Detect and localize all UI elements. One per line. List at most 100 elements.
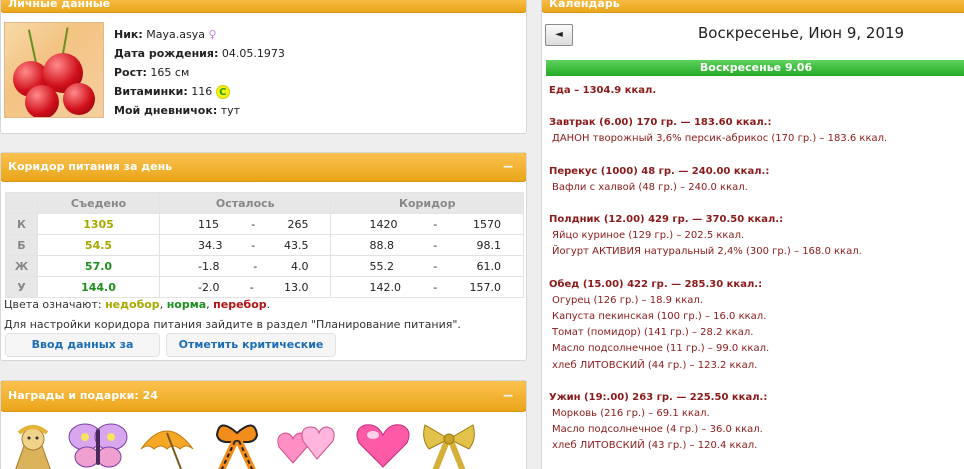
food-total: Еда – 1304.9 ккал.	[549, 85, 657, 96]
left-min: -1.8	[198, 259, 220, 273]
dash: -	[433, 217, 438, 231]
bow-icon[interactable]	[419, 419, 479, 469]
day-bar: Воскресенье 9.06	[546, 60, 964, 76]
corridor-min: 88.8	[369, 238, 394, 252]
vitamins-label: Витаминки:	[114, 85, 188, 98]
left-range: -1.8 - 4.0	[158, 255, 332, 277]
corridor-max: 61.0	[476, 259, 501, 273]
corridor-hint: Для настройки коридора питания зайдите в…	[4, 318, 461, 331]
food-item[interactable]: Капуста пекинская (100 гр.) – 16.0 ккал.	[549, 309, 964, 325]
food-item[interactable]: ДАНОН творожный 3,6% персик-абрикос (170…	[549, 131, 964, 147]
straw-doll-icon[interactable]	[7, 419, 59, 469]
awards-header[interactable]: Награды и подарки: 24 −	[1, 381, 526, 412]
table-row: Ж 57.0 -1.8 - 4.0 55.2 - 61.0	[5, 255, 524, 277]
awards-panel: Награды и подарки: 24 −	[0, 380, 527, 469]
diary-link[interactable]: тут	[221, 104, 240, 117]
legend-low: недобор	[105, 298, 160, 311]
height-value: 165 см	[150, 66, 190, 79]
heart-icon[interactable]	[353, 419, 413, 469]
dash: -	[251, 238, 256, 252]
left-max: 265	[287, 217, 309, 231]
cherry	[63, 83, 95, 115]
critical-days-button[interactable]: Отметить критические дни	[166, 333, 336, 357]
food-item[interactable]: Масло подсолнечное (4 гр.) – 36.0 ккал.	[549, 422, 964, 438]
corridor-header-title: Коридор питания за день	[8, 160, 173, 173]
vitamins-value: 116	[191, 85, 213, 98]
prev-day-button[interactable]: ◄	[545, 24, 573, 46]
food-item[interactable]: Томат (помидор) (141 гр.) – 28.2 ккал.	[549, 325, 964, 341]
nick-label: Ник:	[114, 28, 143, 41]
eaten-value: 144.0	[37, 276, 160, 298]
enter-today-button[interactable]: Ввод данных за сегодня	[5, 333, 160, 357]
left-max: 4.0	[290, 259, 309, 273]
nick-value[interactable]: Maya.asya	[146, 28, 205, 41]
table-row: У 144.0 -2.0 - 13.0 142.0 - 157.0	[5, 276, 524, 298]
row-label: У	[5, 276, 38, 298]
food-item[interactable]: Йогурт АКТИВИЯ натуральный 2,4% (300 гр.…	[549, 244, 964, 260]
birth-label: Дата рождения:	[114, 47, 219, 60]
legend-prefix: Цвета означают:	[4, 298, 102, 311]
eaten-value: 57.0	[37, 255, 160, 277]
corridor-range: 88.8 - 98.1	[330, 234, 524, 256]
row-label: Б	[5, 234, 38, 256]
meal-title: Обед (15.00) 422 гр. — 285.30 ккал.:	[549, 278, 763, 290]
food-item[interactable]: Яйцо куриное (129 гр.) – 202.5 ккал.	[549, 228, 964, 244]
personal-header[interactable]: Личные данные	[1, 0, 526, 13]
left-min: 34.3	[198, 238, 223, 252]
calendar-header[interactable]: Календарь	[542, 0, 964, 13]
eaten-value: 1305	[37, 213, 160, 235]
food-item[interactable]: Морковь (216 гр.) – 69.1 ккал.	[549, 406, 964, 422]
personal-panel: Личные данные Ник: Maya.asya ♀ Дата рожд…	[0, 0, 527, 134]
table-row: К 1305 115 - 265 1420 - 1570	[5, 213, 524, 235]
food-item[interactable]: Масло подсолнечное (11 гр.) – 99.0 ккал.	[549, 341, 964, 357]
dash: -	[433, 280, 438, 294]
hearts-icon[interactable]	[275, 419, 337, 469]
corridor-panel: Коридор питания за день − Съедено Остало…	[0, 152, 527, 361]
food-item[interactable]: Вафли с халвой (48 гр.) – 240.0 ккал.	[549, 180, 964, 196]
corridor-max: 157.0	[469, 280, 501, 294]
collapse-icon[interactable]: −	[502, 381, 514, 411]
umbrella-icon[interactable]	[137, 419, 197, 469]
corridor-header[interactable]: Коридор питания за день −	[1, 153, 526, 182]
table-header-row: Съедено Осталось Коридор	[5, 192, 524, 214]
avatar[interactable]	[4, 22, 104, 118]
table-row: Б 54.5 34.3 - 43.5 88.8 - 98.1	[5, 234, 524, 256]
dash: -	[249, 280, 254, 294]
corridor-range: 142.0 - 157.0	[330, 276, 524, 298]
corridor-range: 55.2 - 61.0	[330, 255, 524, 277]
legend-over: перебор	[213, 298, 267, 311]
food-item[interactable]: Огурец (126 гр.) – 18.9 ккал.	[549, 293, 964, 309]
row-label: Ж	[5, 255, 38, 277]
personal-header-title: Личные данные	[8, 0, 111, 10]
personal-info: Ник: Maya.asya ♀ Дата рождения: 04.05.19…	[114, 25, 285, 120]
corridor-max: 98.1	[476, 238, 501, 252]
corridor-min: 142.0	[369, 280, 401, 294]
left-max: 43.5	[283, 238, 309, 252]
row-label: К	[5, 213, 38, 235]
legend-ok: норма	[166, 298, 207, 311]
height-label: Рост:	[114, 66, 147, 79]
left-max: 13.0	[283, 280, 309, 294]
female-icon: ♀	[208, 28, 217, 41]
corridor-table: Съедено Осталось Коридор К 1305 115 - 265 …	[5, 192, 524, 298]
awards-header-title: Награды и подарки: 24	[8, 389, 158, 402]
left-range: 34.3 - 43.5	[158, 234, 332, 256]
collapse-icon[interactable]: −	[502, 153, 514, 181]
left-min: -2.0	[198, 280, 220, 294]
vitamin-c-icon[interactable]: C	[215, 85, 230, 99]
color-legend: Цвета означают: недобор, норма, перебор.	[4, 298, 271, 311]
calendar-panel: Календарь ◄ Воскресенье, Июн 9, 2019 Вос…	[541, 0, 964, 469]
corridor-max: 1570	[472, 217, 501, 231]
meal-title: Полдник (12.00) 429 гр. — 370.50 ккал.:	[549, 214, 784, 226]
cherry-stem	[27, 29, 37, 64]
food-item[interactable]: хлеб ЛИТОВСКИЙ (44 гр.) – 123.2 ккал.	[549, 358, 964, 374]
corridor-min: 55.2	[369, 259, 394, 273]
food-diary: Еда – 1304.9 ккал. Завтрак (6.00) 170 гр…	[549, 83, 964, 455]
meal-title: Завтрак (6.00) 170 гр. — 183.60 ккал.:	[549, 117, 772, 129]
cherry	[25, 85, 59, 117]
calendar-date-title: Воскресенье, Июн 9, 2019	[698, 24, 905, 42]
food-item[interactable]: хлеб ЛИТОВСКИЙ (43 гр.) – 120.4 ккал.	[549, 438, 964, 454]
column-eaten: Съедено	[37, 192, 160, 214]
ribbon-icon[interactable]	[209, 419, 265, 469]
butterfly-icon[interactable]	[67, 419, 129, 469]
